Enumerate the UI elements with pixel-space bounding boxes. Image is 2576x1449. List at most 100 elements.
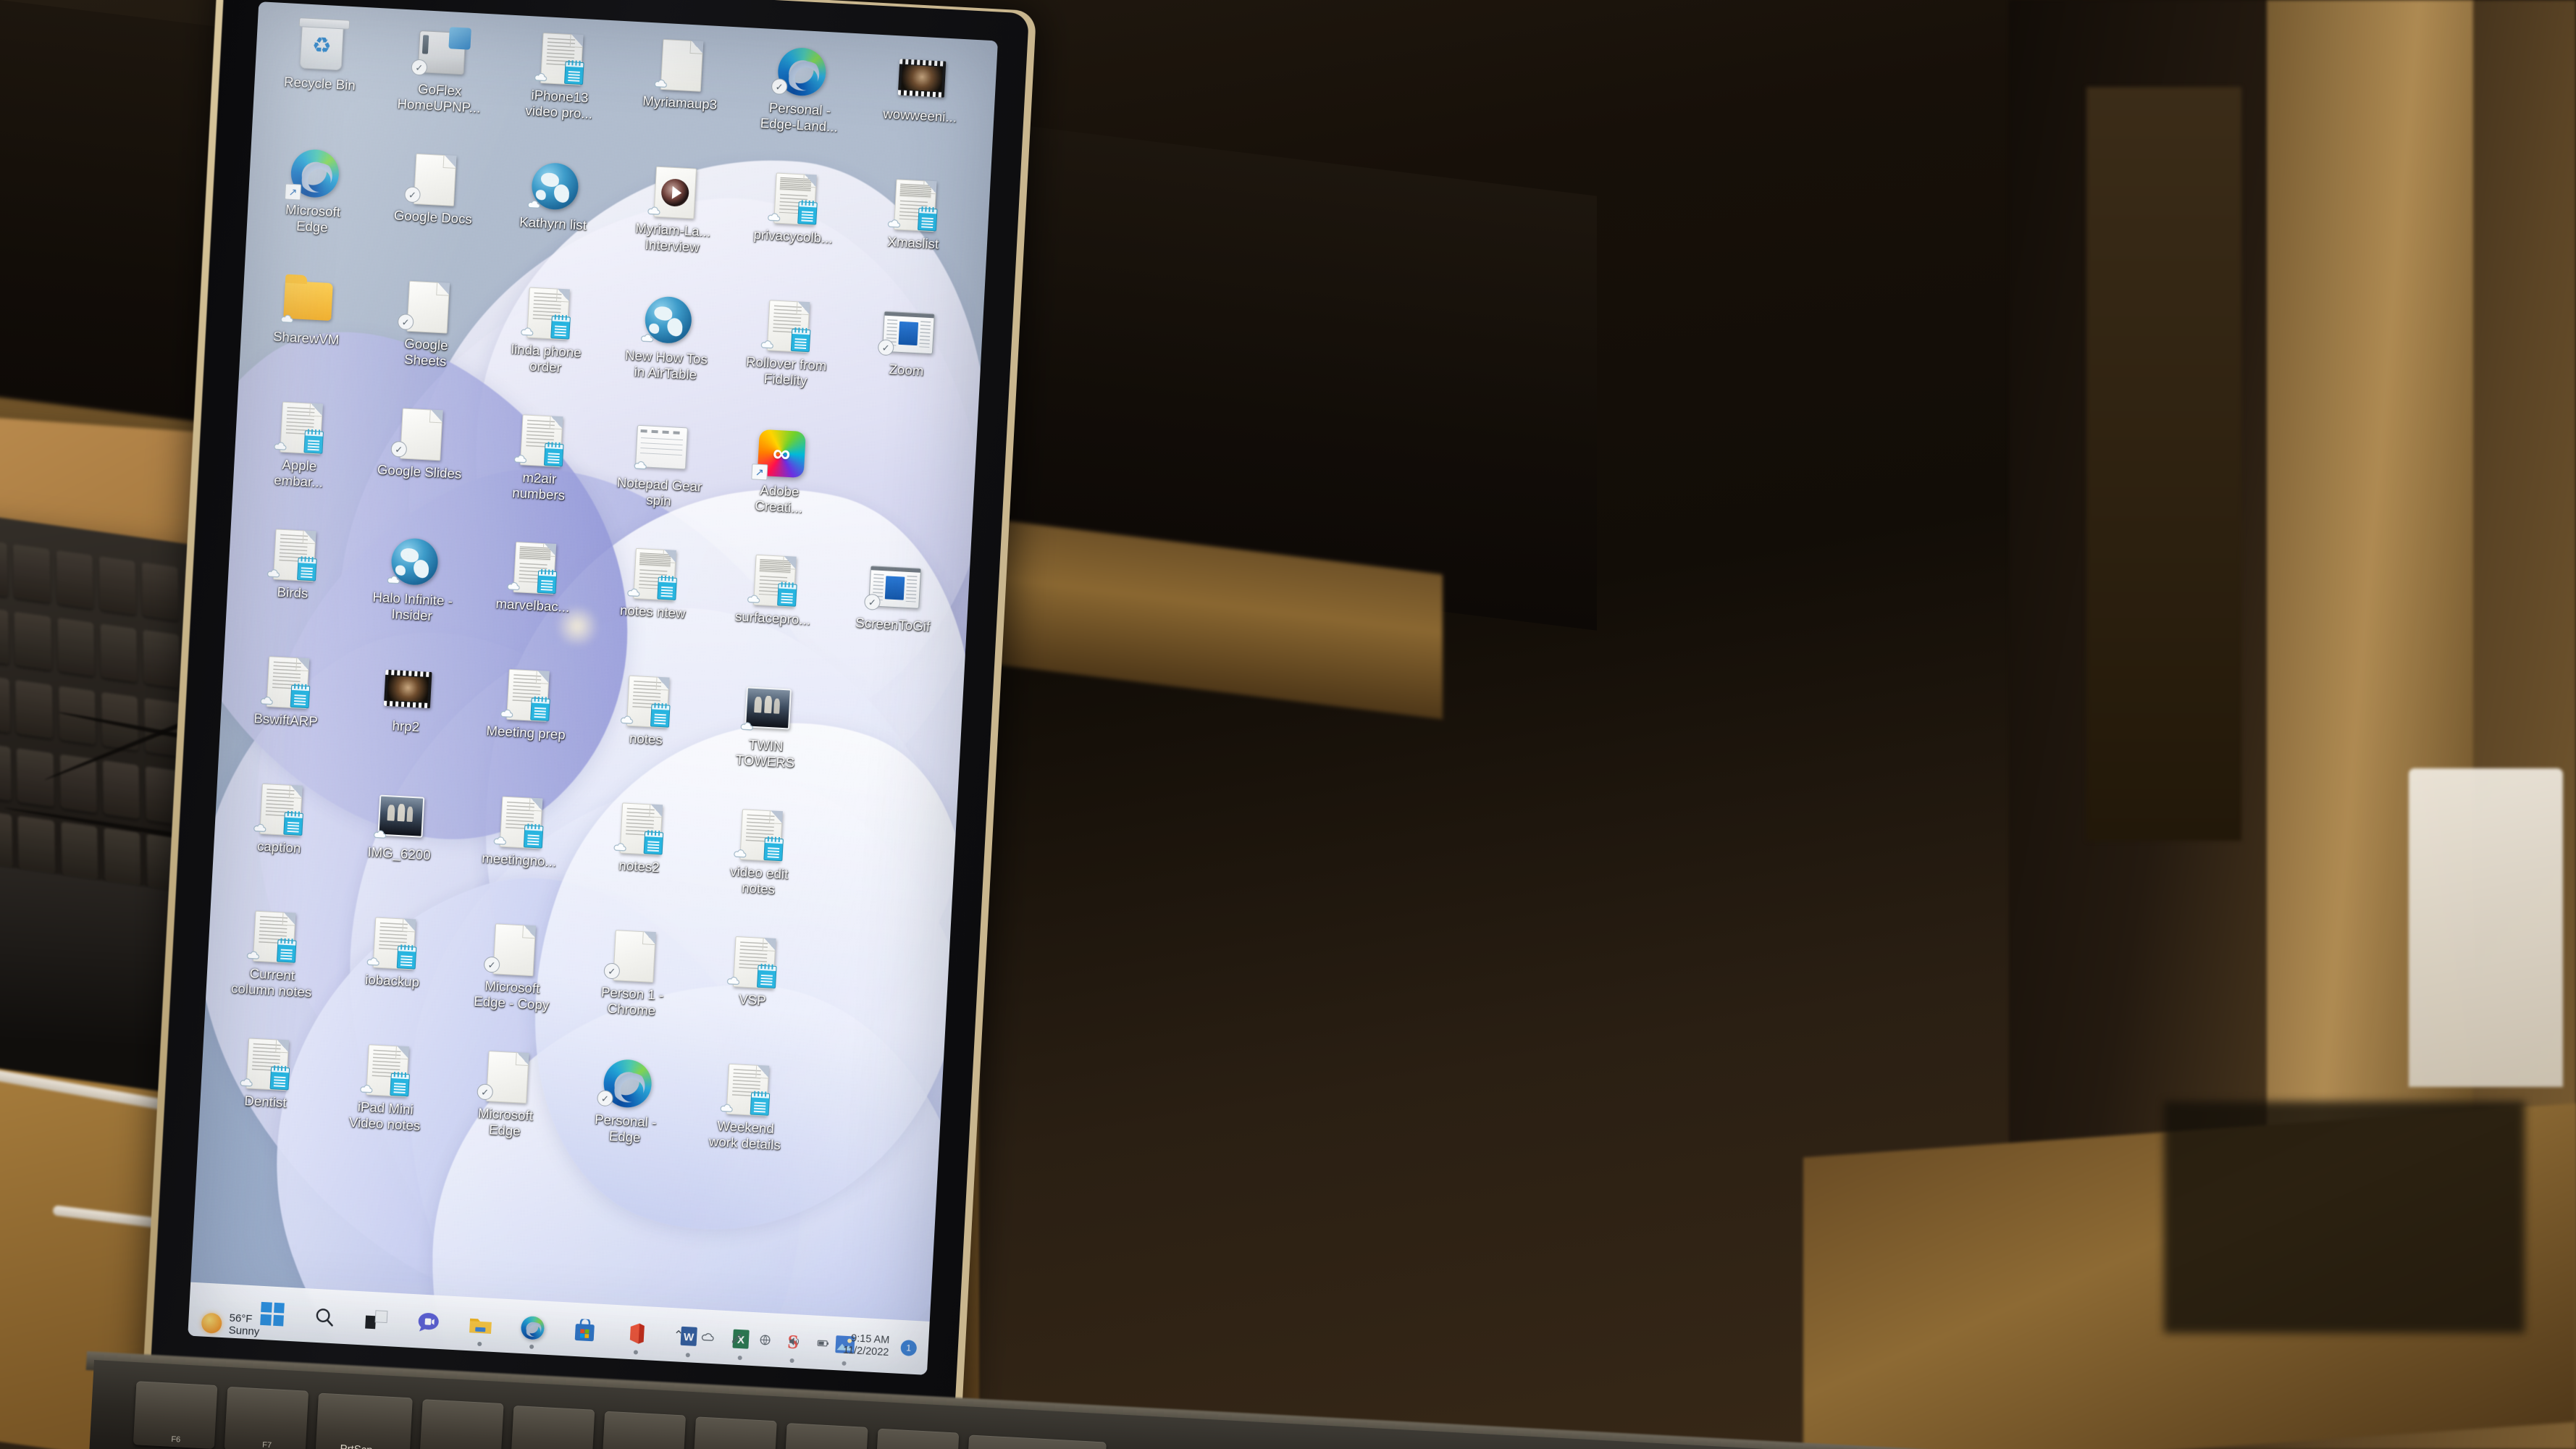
desktop-icon[interactable]: ↗ Microsoft Edge: [268, 144, 359, 237]
desktop-icon[interactable]: Rollover from Fidelity: [742, 298, 833, 390]
onedrive-icon[interactable]: [698, 1328, 716, 1346]
desktop-icon[interactable]: IMG_6200: [356, 787, 446, 864]
desktop-icon[interactable]: privacycolb...: [750, 170, 840, 247]
keyboard-key[interactable]: F7: [224, 1387, 309, 1449]
network-icon[interactable]: [756, 1331, 774, 1349]
taskbar-item-search[interactable]: [307, 1299, 342, 1334]
desktop-icon[interactable]: linda phone order: [502, 285, 593, 377]
desktop-icon[interactable]: Myriamaup3: [636, 36, 726, 113]
desktop-icon[interactable]: Apple embar...: [255, 399, 346, 492]
desktop-icon[interactable]: ✓ Personal - Edge-Land...: [755, 43, 847, 135]
desktop-icon-glyph: [379, 660, 436, 717]
desktop-icon[interactable]: caption: [235, 781, 326, 857]
desktop-icon-label: video edit notes: [729, 863, 789, 897]
desktop-icon-glyph: [280, 272, 337, 329]
desktop-icon[interactable]: ✓ Person 1 - Chrome: [588, 927, 679, 1020]
edge-icon: [520, 1315, 545, 1340]
desktop-icon[interactable]: Myriam-La... Interview: [629, 164, 720, 256]
desktop-icon[interactable]: ✓ Personal - Edge: [581, 1054, 672, 1147]
keyboard-key[interactable]: F6: [133, 1381, 218, 1449]
desktop-icon[interactable]: ✓ Google Docs: [389, 151, 479, 227]
desktop-icon-label: iPhone13 video pro...: [525, 87, 593, 122]
notepad-badge-icon: [563, 61, 584, 85]
desktop-icon-glyph: [239, 1036, 295, 1093]
taskbar-item-edge[interactable]: [515, 1310, 550, 1349]
desktop-icon[interactable]: notes ntew: [609, 545, 700, 622]
desktop-icon[interactable]: Halo Infinite - Insider: [368, 533, 459, 626]
desktop-icon[interactable]: Notepad Gear spin: [615, 418, 706, 511]
keyboard-key[interactable]: PrtScnF8: [315, 1393, 413, 1449]
desktop-icon[interactable]: Current column notes: [227, 908, 319, 1001]
laptop: ♻ Recycle Bin ✓ GoFlex HomeUPNP... iPhon…: [129, 0, 1037, 1449]
sync-check-icon: ✓: [771, 77, 788, 96]
desktop-icon[interactable]: TWIN TOWERS: [721, 679, 813, 772]
desktop-icon-label: Xmaslist: [887, 233, 939, 252]
desktop-icon[interactable]: marvelbac...: [489, 539, 579, 616]
keyboard-key[interactable]: Ins: [784, 1422, 868, 1449]
desktop-icon-label: Microsoft Edge - Copy: [473, 978, 550, 1013]
pen-icon[interactable]: [727, 1330, 745, 1348]
keyboard-key[interactable]: PgDnF12: [692, 1416, 777, 1449]
desktop-icon[interactable]: notes: [602, 673, 692, 749]
desktop-icon[interactable]: hrp2: [362, 660, 453, 736]
show-hidden-icons-chevron-icon[interactable]: ⌃: [669, 1326, 687, 1344]
desktop-icon[interactable]: ∞ ↗ Adobe Creati...: [735, 424, 826, 517]
taskbar-item-start[interactable]: [255, 1296, 290, 1331]
keyboard-key[interactable]: Del: [874, 1428, 960, 1449]
desktop-icon[interactable]: surfacepro...: [729, 552, 820, 629]
desktop-icon[interactable]: iobackup: [348, 915, 439, 991]
desktop-icon-grid[interactable]: ♻ Recycle Bin ✓ GoFlex HomeUPNP... iPhon…: [214, 12, 984, 1214]
desktop-icon[interactable]: wowweeni...: [876, 49, 967, 126]
desktop-icon[interactable]: m2air numbers: [495, 412, 586, 505]
desktop-icon[interactable]: iPhone13 video pro...: [515, 30, 606, 122]
desktop-icon[interactable]: New How Tos in AirTable: [621, 291, 713, 384]
desktop-icon[interactable]: ✓ ScreenToGif: [849, 558, 939, 635]
store-icon: [574, 1318, 595, 1341]
desktop-icon[interactable]: Weekend work details: [701, 1061, 792, 1154]
desktop-icon[interactable]: ✓ Google Slides: [376, 406, 466, 482]
document-icon: [492, 923, 537, 977]
onedrive-cloud-icon: [618, 714, 635, 725]
laptop-screen: ♻ Recycle Bin ✓ GoFlex HomeUPNP... iPhon…: [188, 1, 998, 1375]
keyboard-key[interactable]: EndF10: [510, 1405, 595, 1449]
desktop-icon[interactable]: iPad Mini Video notes: [341, 1042, 432, 1135]
desktop-icon-label: Person 1 - Chrome: [600, 984, 664, 1019]
desktop-icon[interactable]: notes2: [595, 800, 686, 877]
desktop-icon[interactable]: VSP: [709, 933, 800, 1010]
folder-icon: [469, 1318, 492, 1334]
desktop-icon[interactable]: ✓ Zoom: [863, 303, 953, 380]
desktop-icon[interactable]: Birds: [249, 526, 340, 603]
notification-badge[interactable]: 1: [900, 1339, 918, 1356]
taskbar-item-file-explorer[interactable]: [463, 1307, 498, 1346]
desktop-icon[interactable]: BswiftARP: [242, 653, 332, 730]
desktop-icon[interactable]: ✓ Microsoft Edge: [461, 1048, 552, 1141]
sun-icon: [201, 1312, 222, 1334]
weather-widget[interactable]: 56°F Sunny: [201, 1311, 260, 1338]
onedrive-cloud-icon: [765, 211, 782, 222]
keyboard-key[interactable]: PgUpF11: [601, 1411, 687, 1449]
onedrive-cloud-icon: [632, 459, 649, 470]
desktop-icon[interactable]: ✓ Microsoft Edge - Copy: [468, 921, 559, 1014]
desktop-icon[interactable]: meetingno...: [475, 794, 566, 870]
clock[interactable]: 9:15 AM 11/2/2022: [843, 1332, 890, 1358]
desktop-icon-glyph: [366, 915, 423, 972]
keyboard-key[interactable]: Backspace: [965, 1435, 1107, 1449]
desktop-icon[interactable]: Kathyrn list: [509, 157, 600, 234]
desktop-icon[interactable]: Meeting prep: [482, 666, 573, 743]
battery-icon[interactable]: [814, 1334, 832, 1352]
taskbar-item-chat[interactable]: [411, 1304, 446, 1339]
volume-icon[interactable]: [785, 1332, 803, 1351]
desktop-icon[interactable]: SharewVM: [262, 272, 353, 348]
desktop-icon[interactable]: ✓ Google Sheets: [382, 278, 473, 371]
keyboard-key[interactable]: HomeF9: [419, 1399, 504, 1449]
desktop-icon[interactable]: Dentist: [222, 1036, 312, 1112]
desktop-icon[interactable]: video edit notes: [715, 807, 806, 899]
desktop-icon[interactable]: ✓ GoFlex HomeUPNP...: [395, 24, 487, 117]
desktop-icon[interactable]: ♻ Recycle Bin: [276, 17, 366, 94]
desktop-icon-glyph: [647, 164, 703, 221]
taskbar-item-store[interactable]: [567, 1313, 602, 1348]
desktop-icon[interactable]: Xmaslist: [869, 177, 960, 253]
taskbar-item-office[interactable]: [619, 1316, 654, 1355]
windows-desktop[interactable]: ♻ Recycle Bin ✓ GoFlex HomeUPNP... iPhon…: [188, 1, 998, 1375]
taskbar-item-task-view[interactable]: [359, 1302, 394, 1337]
